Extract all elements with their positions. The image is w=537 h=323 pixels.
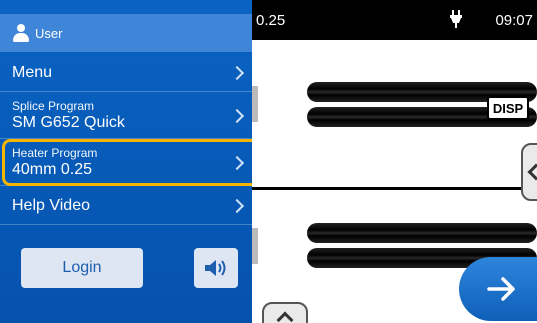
side-drawer-tab[interactable] [521,143,537,201]
clock: 09:07 [495,12,533,29]
side-panel: User Menu Splice Program SM G652 Quick H… [0,0,252,323]
help-video-label: Help Video [12,196,90,214]
chevron-up-icon [276,311,294,323]
chevron-left-icon [527,163,537,181]
status-bar: 0.25 09:07 [252,0,537,40]
splice-program-button[interactable]: Splice Program SM G652 Quick [0,93,252,139]
plug-icon [450,10,462,28]
heater-program-value: 40mm 0.25 [12,160,93,178]
bottom-drawer-tab[interactable] [262,302,308,323]
fiber-edge-bottom [252,228,258,264]
heater-program-button[interactable]: Heater Program 40mm 0.25 [0,140,252,186]
splice-program-label: Splice Program [12,98,95,113]
user-icon [13,24,29,42]
user-label: User [35,25,63,41]
menu-button[interactable]: Menu [0,54,252,92]
heater-program-label: Heater Program [12,145,98,160]
fiber-camera-view: DISP [252,40,537,323]
view-divider [252,187,537,190]
status-value: 0.25 [256,12,286,29]
speaker-icon [205,260,226,276]
arrow-right-icon [487,277,515,301]
disp-button[interactable]: DISP [487,96,529,120]
splice-program-value: SM G652 Quick [12,113,125,131]
menu-label: Menu [12,63,53,81]
help-video-button[interactable]: Help Video [0,187,252,225]
login-button[interactable]: Login [21,248,143,288]
user-bar[interactable]: User [0,14,252,52]
fiber-edge-top [252,86,258,122]
speaker-button[interactable] [194,248,238,288]
next-button[interactable] [459,257,537,321]
fiber-image [307,223,537,243]
